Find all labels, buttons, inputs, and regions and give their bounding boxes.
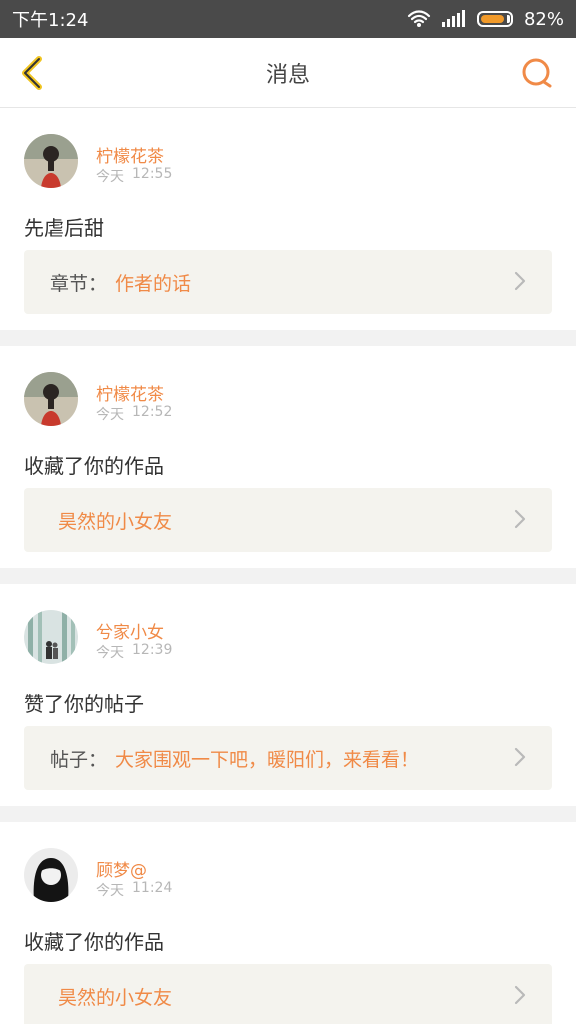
avatar-forest-couple-icon bbox=[24, 610, 78, 664]
battery-level-bar bbox=[476, 11, 513, 27]
timestamp-time: 12:55 bbox=[132, 166, 173, 182]
message-card[interactable]: 顾梦@ 今天 11:24 收藏了你的作品 昊然的小女友 bbox=[0, 822, 576, 1024]
timestamp-day: 今天 bbox=[96, 883, 124, 899]
avatar-girl-red-icon bbox=[24, 372, 78, 426]
avatar-girl-red-icon bbox=[24, 134, 78, 188]
timestamp: 今天 12:55 bbox=[96, 166, 172, 186]
message-card[interactable]: 柠檬花茶 今天 12:55 先虐后甜 章节： 作者的话 bbox=[0, 108, 576, 330]
status-indicators: 82% bbox=[407, 9, 564, 30]
timestamp-time: 11:24 bbox=[132, 880, 173, 896]
chevron-right-icon bbox=[508, 507, 532, 531]
username[interactable]: 柠檬花茶 bbox=[96, 142, 164, 167]
message-text: 赞了你的帖子 bbox=[24, 692, 144, 716]
avatar[interactable] bbox=[24, 610, 78, 664]
message-text: 收藏了你的作品 bbox=[24, 930, 164, 954]
link-target: 作者的话 bbox=[115, 272, 192, 295]
battery-icon bbox=[476, 11, 514, 27]
link-label: 章节： bbox=[50, 272, 108, 295]
timestamp: 今天 11:24 bbox=[96, 880, 172, 900]
message-text: 先虐后甜 bbox=[24, 216, 104, 240]
username[interactable]: 顾梦@ bbox=[96, 856, 147, 881]
username[interactable]: 兮家小女 bbox=[96, 618, 164, 643]
chevron-right-icon bbox=[508, 983, 532, 1007]
avatar[interactable] bbox=[24, 848, 78, 902]
timestamp-time: 12:39 bbox=[132, 642, 173, 658]
timestamp-day: 今天 bbox=[96, 169, 124, 185]
message-card[interactable]: 兮家小女 今天 12:39 赞了你的帖子 帖子： 大家围观一下吧，暖阳们，来看看… bbox=[0, 584, 576, 806]
battery-percent: 82% bbox=[523, 8, 564, 30]
wifi-icon bbox=[407, 10, 431, 28]
timestamp-time: 12:52 bbox=[132, 404, 173, 420]
username[interactable]: 柠檬花茶 bbox=[96, 380, 164, 405]
link-target: 昊然的小女友 bbox=[58, 510, 173, 533]
link-target: 昊然的小女友 bbox=[58, 986, 173, 1009]
app-header: 消息 bbox=[0, 38, 576, 108]
linked-item[interactable]: 帖子： 大家围观一下吧，暖阳们，来看看！ bbox=[24, 726, 552, 790]
chevron-right-icon bbox=[508, 269, 532, 293]
chevron-right-icon bbox=[508, 745, 532, 769]
status-bar: 下午1:24 82% bbox=[0, 0, 576, 38]
search-icon bbox=[522, 58, 552, 88]
link-label: 帖子： bbox=[50, 748, 108, 771]
message-list: 柠檬花茶 今天 12:55 先虐后甜 章节： 作者的话 柠檬花茶 今天 12:5… bbox=[0, 108, 576, 1024]
linked-item[interactable]: 昊然的小女友 bbox=[24, 488, 552, 552]
timestamp-day: 今天 bbox=[96, 407, 124, 423]
page-title: 消息 bbox=[265, 63, 310, 88]
status-time: 下午1:24 bbox=[12, 10, 89, 31]
message-card[interactable]: 柠檬花茶 今天 12:52 收藏了你的作品 昊然的小女友 bbox=[0, 346, 576, 568]
linked-item[interactable]: 昊然的小女友 bbox=[24, 964, 552, 1024]
avatar-girl-black-hair-icon bbox=[24, 848, 78, 902]
linked-item[interactable]: 章节： 作者的话 bbox=[24, 250, 552, 314]
avatar[interactable] bbox=[24, 372, 78, 426]
message-text: 收藏了你的作品 bbox=[24, 454, 164, 478]
timestamp: 今天 12:52 bbox=[96, 404, 172, 424]
link-target: 大家围观一下吧，暖阳们，来看看！ bbox=[115, 748, 420, 771]
timestamp-day: 今天 bbox=[96, 645, 124, 661]
signal-icon bbox=[441, 10, 467, 28]
timestamp: 今天 12:39 bbox=[96, 642, 172, 662]
search-button[interactable] bbox=[520, 56, 554, 90]
avatar[interactable] bbox=[24, 134, 78, 188]
